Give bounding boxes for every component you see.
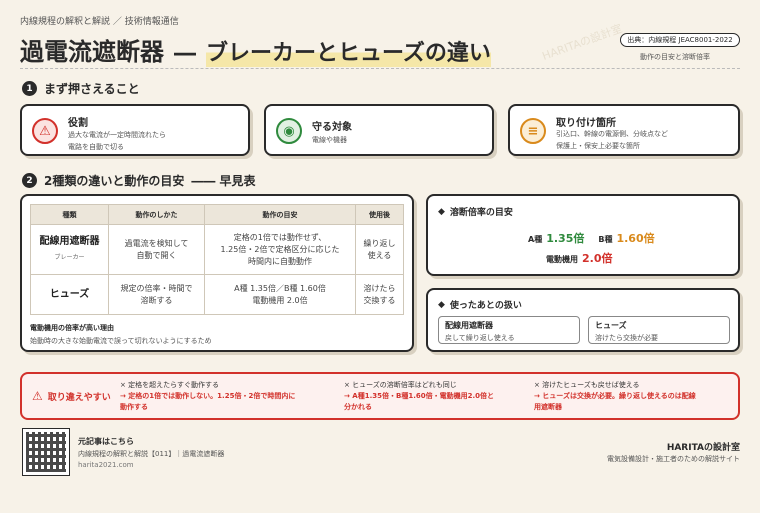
table-row: 配線用遮断器 ブレーカー 過電流を検知して 自動で開く 定格の1倍では動作せず、… [30, 224, 404, 275]
b-label: B種 [598, 235, 613, 244]
target-card: ◉ 守る対象 電線や機器 [264, 104, 494, 156]
site-url[interactable]: harita2021.com [78, 461, 134, 469]
warning-text: 取り違えやすい [47, 392, 111, 403]
page-title: 過電流遮断器 ― ブレーカーとヒューズの違い [20, 32, 491, 67]
section2-label: 2種類の違いと動作の目安 [44, 174, 185, 188]
breaker-sub: ブレーカー [54, 253, 85, 261]
kicker: 内線規程の解釈と解説 ／ 技術情報通信 [20, 17, 179, 27]
m-value: 2.0倍 [582, 252, 613, 265]
right-1: → 定格の1倍では動作しない。1.25倍・2倍で時間内に 動作する [120, 392, 296, 411]
fuse-ratio-panel: ◆ 溶断倍率の目安 A種 1.35倍 B種 1.60倍 電動機用 2.0倍 [426, 194, 740, 276]
breaker-after-title: 配線用遮断器 [445, 321, 493, 330]
section1-title: 1 まず押さえること [22, 80, 140, 97]
brand-tagline: 電気設備設計・施工者のための解説サイト [607, 455, 740, 463]
fuse-ratio-label: 溶断倍率の目安 [449, 208, 513, 218]
source-note: 動作の目安と溶断倍率 [640, 53, 710, 61]
warning-label: ⚠ 取り違えやすい [32, 389, 111, 403]
col-type: 種類 [30, 204, 109, 225]
after-use-label: 使ったあとの扱い [449, 301, 522, 311]
fuse-ratio-title: ◆ 溶断倍率の目安 [438, 205, 513, 219]
comparison-table: 種類 動作のしかた 動作の目安 使用後 配線用遮断器 ブレーカー 過電流を検知し… [30, 204, 404, 315]
location-text: 引込口、幹線の電源側、分岐点など 保護上・保安上必要な箇所 [556, 130, 668, 150]
right-2: → A種1.35倍・B種1.60倍・電動機用2.0倍と 分かれる [344, 392, 494, 411]
brand-name: HARITAの設計室 [666, 443, 740, 453]
fuse-after-text: 溶けたら交換が必要 [595, 334, 658, 342]
source-badge: 出典：内線規程 JEAC8001-2022 [620, 33, 740, 47]
wrong-3: × 溶けたヒューズも戻せば使える [534, 381, 640, 389]
warning-strip: ⚠ 取り違えやすい × 定格を超えたらすぐ動作する → 定格の1倍では動作しない… [20, 372, 740, 420]
breaker-after-box: 配線用遮断器 戻して繰り返し使える [438, 316, 580, 344]
breaker-after: 繰り返し 使える [355, 224, 404, 275]
title-divider [20, 68, 740, 69]
col-after: 使用後 [355, 204, 404, 225]
fuse-after: 溶けたら 交換する [355, 274, 404, 315]
row-type: 配線用遮断器 ブレーカー [30, 224, 109, 275]
ratio-m-line: 電動機用 2.0倍 [546, 250, 613, 266]
breaker-after-text: 戻して繰り返し使える [445, 334, 515, 342]
after-use-panel: ◆ 使ったあとの扱い 配線用遮断器 戻して繰り返し使える ヒューズ 溶けたら交換… [426, 288, 740, 352]
after-use-title: ◆ 使ったあとの扱い [438, 298, 522, 312]
location-card: ≡ 取り付け箇所 引込口、幹線の電源側、分岐点など 保護上・保安上必要な箇所 [508, 104, 740, 156]
qr-code[interactable] [22, 428, 70, 476]
role-text: 過大な電流が一定時間流れたら 電路を自動で切る [68, 131, 166, 151]
fuse-guide: A種 1.35倍／B種 1.60倍 電動機用 2.0倍 [204, 274, 356, 315]
section1-label: まず押さえること [44, 82, 140, 96]
article-link[interactable]: 内線規程の解釈と解説【011】｜過電流遮断器 [78, 449, 224, 459]
note-text: 始動時の大きな始動電流で誤って切れないようにするため [30, 337, 212, 345]
breaker-name: 配線用遮断器 [39, 235, 100, 247]
breaker-guide: 定格の1倍では動作せず、 1.25倍・2倍で定格区分に応じた 時間内に自動動作 [204, 224, 356, 275]
fuse-after-box: ヒューズ 溶けたら交換が必要 [588, 316, 730, 344]
col-how: 動作のしかた [108, 204, 205, 225]
fuse-how: 規定の倍率・時間で 溶断する [108, 274, 205, 315]
section2-number: 2 [22, 173, 37, 188]
right-3: → ヒューズは交換が必要。繰り返し使えるのは配線 用遮断器 [534, 392, 696, 411]
a-value: 1.35倍 [546, 232, 585, 245]
fuse-after-title: ヒューズ [595, 321, 627, 330]
a-label: A種 [528, 235, 543, 244]
location-icon: ≡ [520, 118, 546, 144]
qr-label: 元記事はこちら [78, 437, 134, 446]
title-main: 過電流遮断器 [20, 38, 164, 66]
fuse-name: ヒューズ [30, 274, 109, 315]
warning-icon: ⚠ [32, 118, 58, 144]
warning-item-2: × ヒューズの溶断倍率はどれも同じ → A種1.35倍・B種1.60倍・電動機用… [344, 380, 534, 413]
wrong-2: × ヒューズの溶断倍率はどれも同じ [344, 381, 457, 389]
note-title: 電動機用の倍率が高い理由 [30, 324, 114, 332]
role-card: ⚠ 役割 過大な電流が一定時間流れたら 電路を自動で切る [20, 104, 250, 156]
breaker-how: 過電流を検知して 自動で開く [108, 224, 205, 275]
watermark: HARITAの設計室 [540, 21, 624, 63]
m-label: 電動機用 [546, 255, 578, 264]
title-dash: ― [174, 41, 196, 66]
table-row: ヒューズ 規定の倍率・時間で 溶断する A種 1.35倍／B種 1.60倍 電動… [30, 274, 404, 315]
diamond-icon: ◆ [438, 206, 445, 217]
target-title: 守る対象 [312, 122, 352, 133]
table-header: 種類 動作のしかた 動作の目安 使用後 [30, 204, 404, 225]
target-icon: ◉ [276, 118, 302, 144]
title-sub: ブレーカーとヒューズの違い [206, 35, 491, 67]
b-value: 1.60倍 [616, 232, 655, 245]
col-guide: 動作の目安 [204, 204, 356, 225]
warning-item-1: × 定格を超えたらすぐ動作する → 定格の1倍では動作しない。1.25倍・2倍で… [120, 380, 340, 413]
warning-icon: ⚠ [32, 389, 43, 403]
section2-title: 2 2種類の違いと動作の目安 ―― 早見表 [22, 172, 256, 189]
role-title: 役割 [68, 118, 88, 129]
section2-suffix: ―― 早見表 [191, 174, 256, 188]
ratio-ab-line: A種 1.35倍 B種 1.60倍 [528, 230, 655, 246]
section1-number: 1 [22, 81, 37, 96]
target-text: 電線や機器 [312, 136, 347, 144]
diamond-icon: ◆ [438, 299, 445, 310]
location-title: 取り付け箇所 [556, 118, 616, 129]
wrong-1: × 定格を超えたらすぐ動作する [120, 381, 219, 389]
warning-item-3: × 溶けたヒューズも戻せば使える → ヒューズは交換が必要。繰り返し使えるのは配… [534, 380, 734, 413]
comparison-card: 種類 動作のしかた 動作の目安 使用後 配線用遮断器 ブレーカー 過電流を検知し… [20, 194, 414, 352]
